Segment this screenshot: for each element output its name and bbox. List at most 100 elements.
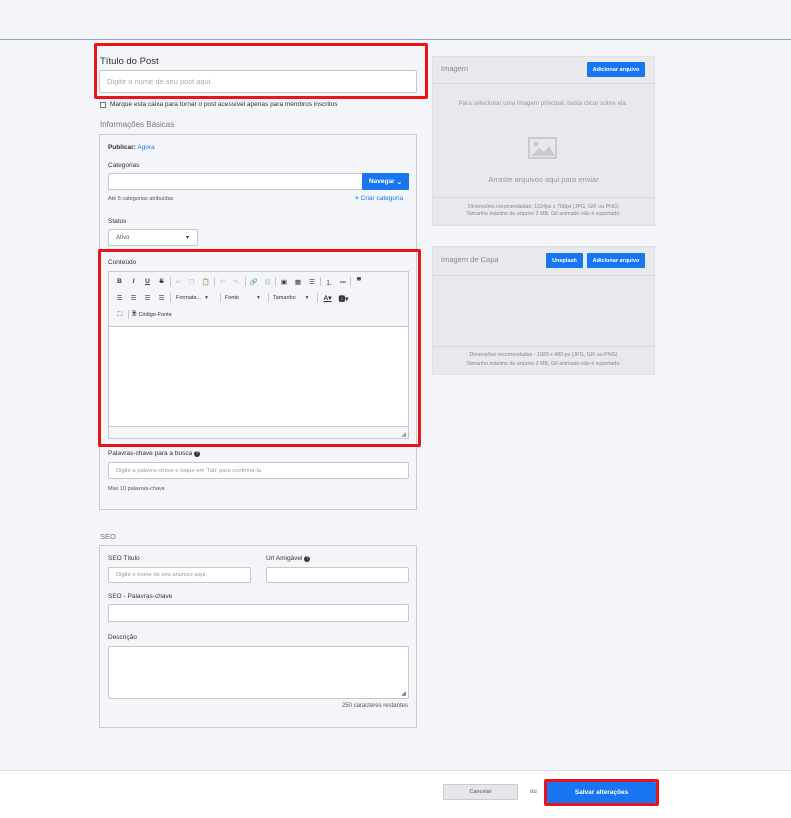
status-select[interactable]: Ativo ▾ [108,229,198,246]
plus-icon: + [355,195,359,202]
document-icon: 🗎 [132,311,137,317]
align-left-icon[interactable]: ☰ [115,293,124,302]
content-editor-area[interactable] [108,326,409,427]
caret-down-icon: ▾ [185,235,189,241]
description-textarea[interactable] [108,646,409,699]
seo-keywords-label: SEO - Palavras-chave [108,593,173,600]
url-input[interactable] [266,567,409,583]
numbered-list-icon[interactable]: ⒈ [324,277,334,287]
editor-statusbar [108,427,409,439]
divider [432,346,655,347]
table-icon[interactable]: ▦ [293,277,303,286]
basic-info-title: Informações Básicas [100,120,175,129]
toolbar-divider [245,277,246,286]
background-color-icon[interactable]: 🅰▾ [337,293,350,303]
image-add-file-button[interactable]: Adicionar arquivo [587,62,645,77]
image-drop-text: Arraste arquivos aqui para enviar [488,175,599,184]
unlink-icon[interactable]: ⛓ [263,277,272,286]
blockquote-icon[interactable]: ❞ [354,276,364,286]
text-color-icon[interactable]: A▾ [321,293,334,302]
keywords-input[interactable]: Digite a palavra-chave e toque em 'Tab' … [108,462,409,479]
cut-icon[interactable]: ✂ [174,277,183,286]
paste-icon[interactable]: 📋 [201,277,210,286]
seo-title-label: SEO Título [108,555,140,562]
or-text: ou [530,789,537,795]
link-icon[interactable]: 🔗 [249,277,258,286]
post-title-label: Título do Post [100,56,159,67]
copy-icon[interactable]: ❐ [187,277,196,286]
source-code-button[interactable]: 🗎 Código-Fonte [132,310,182,319]
publish-row: Publicar: Agora [108,144,155,151]
divider [432,275,655,276]
align-right-icon[interactable]: ☰ [143,293,152,302]
seo-title: SEO [100,532,116,541]
create-category-link[interactable]: + Criar categoria [355,195,403,202]
image-dims-line1: Dimensões recomendadas: 1024px x 768px (… [468,204,619,210]
unsplash-button[interactable]: Unsplash [546,253,583,268]
image-insert-icon[interactable]: ▣ [279,277,289,286]
resize-handle-icon[interactable]: ◢ [400,431,407,438]
horizontal-rule-icon[interactable]: ☰ [307,277,317,286]
seo-title-input[interactable]: Digite o nome de seu anúncio aqui. [108,567,251,583]
categories-label: Categorias [108,162,140,169]
toolbar-divider [170,277,171,286]
toolbar-divider [317,293,318,302]
navigate-button[interactable]: Navegar ⌄ [362,173,409,190]
toolbar-divider [350,277,351,286]
toolbar-divider [275,277,276,286]
toolbar-divider [214,277,215,286]
italic-button[interactable]: I [129,277,138,286]
underline-button[interactable]: U [143,277,152,286]
caret-down-icon: ▾ [257,294,260,301]
strike-button[interactable]: S [157,277,166,286]
align-center-icon[interactable]: ☰ [129,293,138,302]
publish-label: Publicar: [108,144,136,151]
image-placeholder-svg [528,137,557,159]
categories-input[interactable] [108,173,363,190]
image-panel-title: Imagem [441,64,469,73]
caret-down-icon: ▾ [205,294,208,301]
help-icon: ? [194,451,200,457]
cover-dims-line1: Dimensões recomendadas : 1920 x 480 px (… [469,352,618,358]
seo-keywords-input[interactable] [108,604,409,622]
top-bar [0,0,791,40]
toolbar-divider [128,310,129,319]
description-label: Descrição [108,634,137,641]
maximize-icon[interactable]: ⛶ [115,310,125,319]
categories-hint: Até 5 categorias atribuídas [108,196,174,202]
toolbar-divider [170,293,171,302]
image-placeholder-icon [528,137,557,159]
image-instruction: Para selecionar uma imagem principal, ba… [458,100,628,107]
toolbar-divider [220,293,221,302]
toolbar-divider [268,293,269,302]
publish-value-link[interactable]: Agora [137,144,154,151]
caret-down-icon: ▾ [305,294,309,301]
members-only-checkbox[interactable] [100,102,106,108]
footer-bar [0,770,791,818]
align-justify-icon[interactable]: ☰ [157,293,166,302]
cover-dims-line2: Tamanho máximo do arquivo 2 MB. Gif anim… [466,361,621,367]
font-dropdown[interactable]: Fonte ▾ [225,293,265,302]
cancel-button[interactable]: Cancelar [443,784,518,800]
keywords-hint: Max 10 palavras-chave [108,486,165,492]
cover-add-file-button[interactable]: Adicionar arquivo [587,253,645,268]
toolbar-divider [320,277,321,286]
undo-icon[interactable]: ↶ [218,277,227,286]
members-only-label: Marque esta caixa para tornar o post ace… [110,101,338,108]
post-title-input[interactable]: Digite o nome de seu post aqui. [99,70,417,93]
redo-icon[interactable]: ↷ [231,277,240,286]
image-dims-line2: Tamanho máximo do arquivo 2 MB. Gif anim… [466,211,621,217]
format-dropdown[interactable]: Formata... ▾ [176,293,216,302]
bold-button[interactable]: B [115,277,124,286]
url-label: Url Amigável ? [266,555,311,562]
divider [432,197,655,198]
chevron-down-icon: ⌄ [396,178,403,186]
bullet-list-icon[interactable]: ≔ [338,277,348,286]
size-dropdown[interactable]: Tamanho ▾ [273,293,315,302]
save-button[interactable]: Salvar alterações [547,782,656,803]
status-label: Status [108,218,127,225]
help-icon: ? [304,556,311,562]
divider [432,83,655,84]
cover-panel-title: Imagem de Capa [441,255,499,264]
resize-handle-icon[interactable]: ◢ [400,690,407,697]
